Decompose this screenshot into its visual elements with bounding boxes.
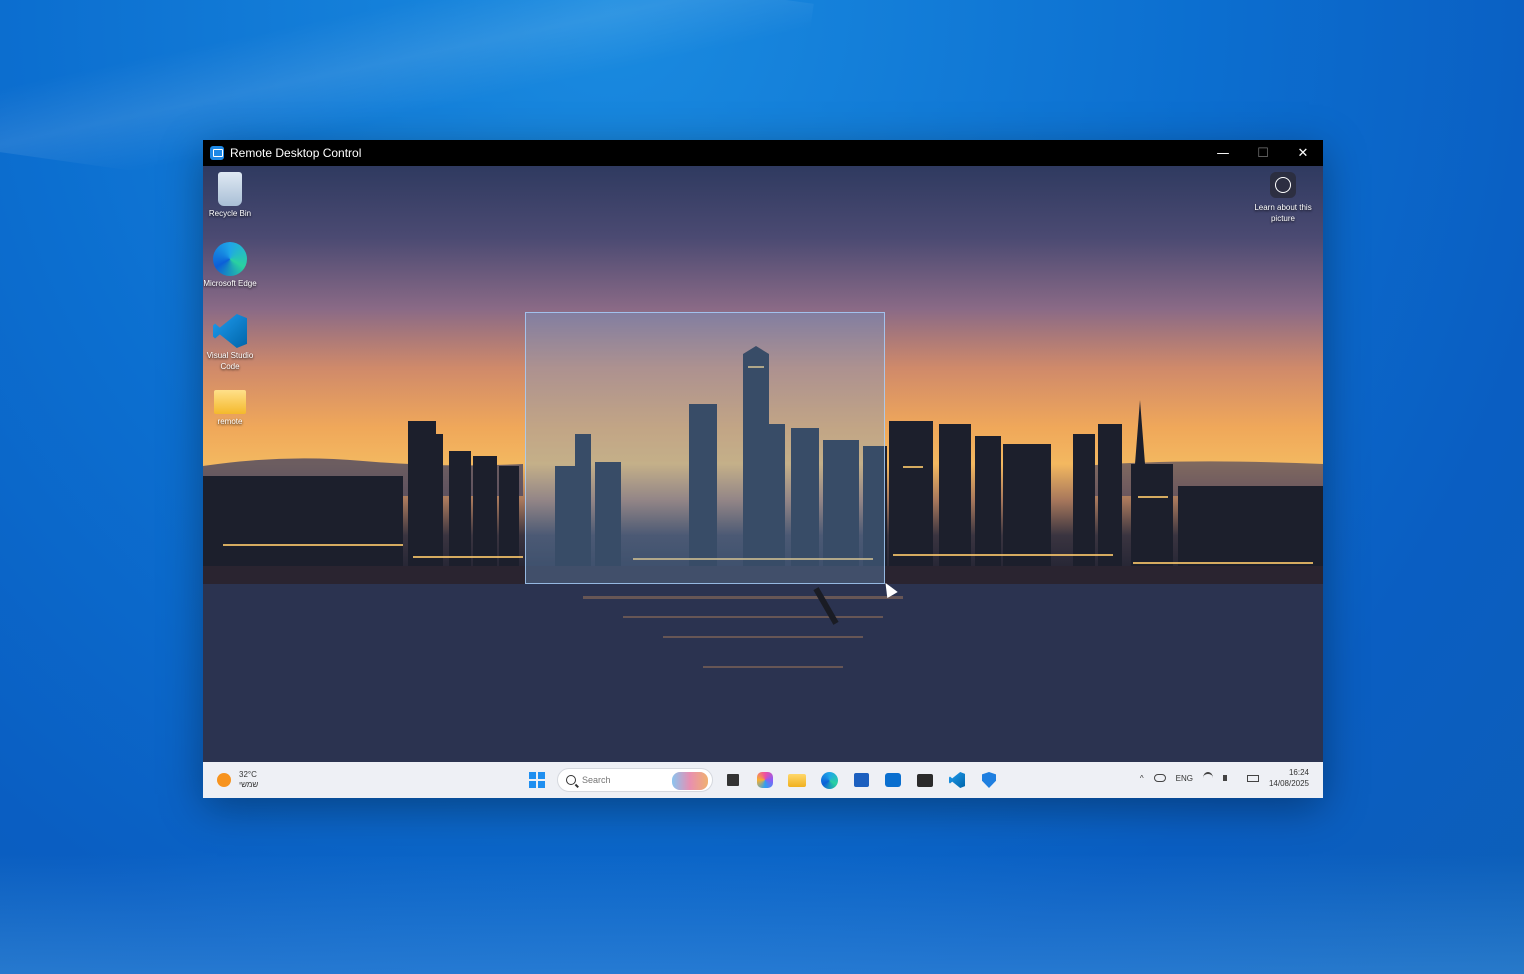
- weather-widget[interactable]: 32°C שמשי: [217, 770, 258, 790]
- minimize-button[interactable]: —: [1203, 140, 1243, 166]
- remote-desktop-app-icon: [210, 146, 224, 160]
- store-button[interactable]: [849, 768, 873, 792]
- selection-rectangle: [525, 312, 885, 584]
- remote-desktop-window[interactable]: Remote Desktop Control — ☐ ✕ Recycle Bin…: [203, 140, 1323, 798]
- windows-logo-icon: [529, 772, 545, 788]
- task-view-button[interactable]: [721, 768, 745, 792]
- weather-desc: שמשי: [239, 780, 259, 789]
- desktop-icon-label: Visual Studio Code: [206, 351, 254, 371]
- desktop-icon-recycle-bin[interactable]: Recycle Bin: [203, 172, 260, 219]
- chevron-up-icon[interactable]: ^: [1140, 774, 1144, 783]
- folder-icon: [788, 773, 806, 787]
- desktop-icon-microsoft-edge[interactable]: Microsoft Edge: [203, 242, 260, 289]
- start-button[interactable]: [525, 768, 549, 792]
- outlook-button[interactable]: [881, 768, 905, 792]
- desktop-icon-label: Recycle Bin: [208, 209, 252, 218]
- taskbar-clock[interactable]: 16:24 14/08/2025: [1269, 767, 1309, 789]
- terminal-icon: [917, 773, 933, 787]
- clock-date: 14/08/2025: [1268, 779, 1309, 788]
- terminal-button[interactable]: [913, 768, 937, 792]
- task-view-icon: [727, 774, 739, 786]
- store-icon: [853, 773, 869, 787]
- vscode-taskbar-button[interactable]: [945, 768, 969, 792]
- desktop-icon-vscode[interactable]: Visual Studio Code: [203, 314, 260, 372]
- edge-icon: [820, 771, 838, 789]
- remote-desktop-screen[interactable]: Recycle Bin Microsoft Edge Visual Studio…: [203, 166, 1323, 762]
- outlook-icon: [885, 773, 901, 787]
- copilot-icon: [757, 772, 773, 788]
- edge-taskbar-button[interactable]: [817, 768, 841, 792]
- clock-time: 16:24: [1288, 768, 1309, 777]
- taskbar: 32°C שמשי Search ^ ENG 16:24 14/08/2025: [203, 762, 1323, 798]
- wifi-icon[interactable]: [1202, 772, 1213, 784]
- window-titlebar[interactable]: Remote Desktop Control — ☐ ✕: [203, 140, 1323, 166]
- maximize-button[interactable]: ☐: [1243, 140, 1283, 166]
- edge-icon: [213, 242, 247, 276]
- weather-temp: 32°C: [239, 770, 257, 779]
- taskbar-center: [525, 768, 1001, 792]
- language-indicator[interactable]: ENG: [1176, 774, 1193, 783]
- learn-about-picture[interactable]: Learn about this picture: [1253, 172, 1313, 224]
- sun-icon: [217, 773, 231, 787]
- battery-icon[interactable]: [1246, 774, 1259, 782]
- volume-icon[interactable]: [1222, 775, 1237, 781]
- taskbar-search[interactable]: [557, 768, 713, 792]
- security-button[interactable]: [977, 768, 1001, 792]
- learn-label: Learn about this picture: [1254, 203, 1312, 223]
- shield-icon: [982, 772, 996, 788]
- camera-icon: [1270, 172, 1296, 198]
- vscode-icon: [949, 772, 965, 788]
- search-highlight-icon: [672, 772, 708, 790]
- copilot-button[interactable]: [753, 768, 777, 792]
- cloud-icon[interactable]: [1153, 774, 1166, 782]
- wallpaper-glow: [0, 854, 1524, 974]
- system-tray: ^ ENG 16:24 14/08/2025: [1140, 767, 1309, 789]
- search-input[interactable]: [580, 774, 674, 786]
- vscode-icon: [213, 314, 247, 348]
- recycle-bin-icon: [218, 172, 242, 206]
- close-button[interactable]: ✕: [1283, 140, 1323, 166]
- desktop-icon-label: Microsoft Edge: [203, 279, 257, 288]
- desktop-icon-remote-folder[interactable]: remote: [203, 384, 260, 427]
- folder-icon: [214, 390, 246, 414]
- desktop-icon-label: remote: [217, 417, 243, 426]
- search-icon: [566, 775, 576, 785]
- window-title: Remote Desktop Control: [230, 146, 362, 160]
- file-explorer-button[interactable]: [785, 768, 809, 792]
